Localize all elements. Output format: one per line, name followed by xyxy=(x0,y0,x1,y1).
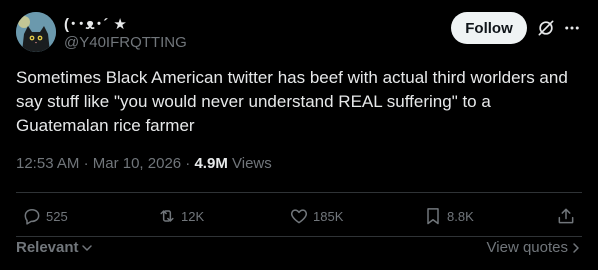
divider xyxy=(16,192,582,193)
like-icon xyxy=(290,209,308,224)
share-button[interactable] xyxy=(556,204,580,228)
reply-button[interactable]: 525 xyxy=(22,204,68,228)
repost-icon xyxy=(160,210,174,222)
grok-icon[interactable] xyxy=(536,18,556,38)
chevron-right-icon xyxy=(573,242,579,253)
sort-label: Relevant xyxy=(16,239,79,256)
meta-separator: · xyxy=(83,155,89,172)
bookmark-button[interactable]: 8.8K xyxy=(423,204,474,228)
bookmark-icon xyxy=(427,208,439,225)
cat-avatar-icon xyxy=(16,12,56,52)
reply-count: 525 xyxy=(46,208,68,224)
share-icon xyxy=(558,208,574,224)
tweet-text: Sometimes Black American twitter has bee… xyxy=(16,68,568,135)
view-quotes-label: View quotes xyxy=(486,239,568,256)
more-icon[interactable] xyxy=(563,18,581,38)
divider xyxy=(16,236,582,237)
author-display-name[interactable]: (･･ᴥ･´ ★ xyxy=(64,13,127,34)
tweet-time[interactable]: 12:53 AM xyxy=(16,155,79,172)
follow-button[interactable]: Follow xyxy=(451,12,527,44)
repost-count: 12K xyxy=(181,208,205,224)
repost-button[interactable]: 12K xyxy=(157,204,204,228)
view-quotes-link[interactable]: View quotes xyxy=(487,239,582,256)
like-button[interactable]: 185K xyxy=(289,204,343,228)
like-count: 185K xyxy=(313,208,344,224)
tweet-meta: 12:53 AM · Mar 10, 2026 · 4.9M Views xyxy=(16,155,272,172)
views-label: Views xyxy=(232,155,272,172)
meta-separator: · xyxy=(185,155,191,172)
reply-icon xyxy=(24,209,40,225)
views-count: 4.9M xyxy=(194,155,228,172)
tweet-date[interactable]: Mar 10, 2026 xyxy=(93,155,181,172)
chevron-down-icon xyxy=(81,244,92,251)
bookmark-count: 8.8K xyxy=(447,208,474,224)
author-handle[interactable]: @Y40IFRQTTING xyxy=(64,34,187,51)
avatar[interactable] xyxy=(16,12,56,52)
sort-dropdown[interactable]: Relevant xyxy=(16,239,93,256)
